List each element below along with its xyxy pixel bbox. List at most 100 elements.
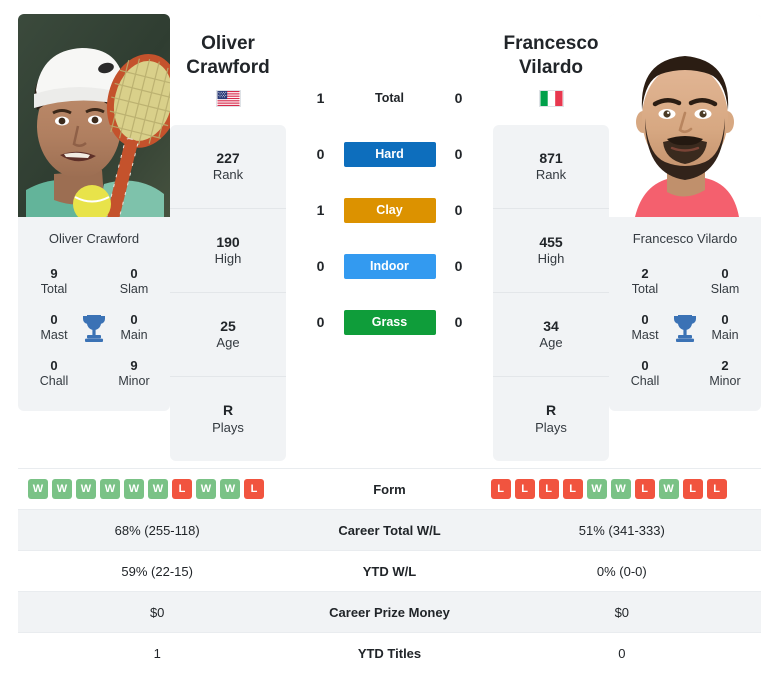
stat-rank-right: 871 Rank (493, 125, 609, 209)
h2h-label-total: Total (375, 91, 404, 105)
stat-box-right: 871 Rank 455 High 34 Age R Plays (493, 125, 609, 461)
titles-chall-right: 0 Chall (621, 358, 669, 390)
h2h-right-score-clay: 0 (454, 202, 463, 218)
form-cell-left: WWWWWWLWWL (18, 469, 296, 510)
titles-mast-value-right: 0 (641, 311, 649, 327)
titles-chall-label-right: Chall (630, 373, 660, 388)
head-to-head-column: 1 Total 0 0 Hard 0 1 Clay 0 0 Indoor 0 0 Grass 0 (286, 14, 493, 350)
titles-mast-value-left: 0 (50, 311, 58, 327)
stat-value-left-ytd_wl: 59% (22-15) (121, 563, 193, 579)
titles-total-left: 9 Total (30, 266, 78, 298)
form-badge-win[interactable]: W (76, 479, 96, 499)
titles-minor-label-left: Minor (118, 373, 150, 388)
stat-value-left-career_prize_money: $0 (18, 591, 297, 633)
form-badge-win[interactable]: W (196, 479, 216, 499)
h2h-left-score-grass: 0 (316, 314, 325, 330)
stat-plays-value-left: R (222, 402, 234, 419)
stat-high-right: 455 High (493, 209, 609, 293)
table-row: $0 Career Prize Money $0 (18, 591, 761, 633)
player-fullname-left: Oliver Crawford (48, 231, 140, 246)
titles-row-total-slam-right: 2 Total 0 Slam (615, 259, 755, 305)
form-badge-loss[interactable]: L (682, 479, 703, 499)
surface-button-indoor[interactable]: Indoor (343, 253, 436, 279)
h2h-left-score-indoor: 0 (316, 258, 325, 274)
player-panel-right: Francesco Vilardo 2 Total 0 Slam 0 Mast … (609, 14, 761, 411)
player-first-name-left: Oliver (201, 33, 255, 54)
form-badge-win[interactable]: W (52, 479, 72, 499)
h2h-row-clay: 1 Clay 0 (286, 182, 493, 238)
stat-plays-label-left: Plays (212, 419, 244, 435)
titles-slam-value-right: 0 (721, 265, 729, 281)
titles-minor-right: 2 Minor (701, 358, 749, 390)
player-first-name-right: Francesco (503, 33, 599, 54)
stat-rank-label-right: Rank (535, 167, 567, 183)
form-badge-loss[interactable]: L (538, 479, 559, 499)
stat-rank-value-right: 871 (539, 149, 563, 166)
form-badge-win[interactable]: W (28, 479, 48, 499)
stat-high-value-left: 190 (216, 233, 240, 250)
stat-value-right-ytd_wl: 0% (0-0) (596, 563, 647, 579)
stat-plays-label-right: Plays (535, 419, 567, 435)
titles-chall-left: 0 Chall (30, 358, 78, 390)
titles-chall-value-left: 0 (50, 357, 58, 373)
form-badge-win[interactable]: W (658, 479, 679, 499)
form-badge-loss[interactable]: L (562, 479, 583, 499)
stat-label-career_total_wl: Career Total W/L (296, 509, 483, 551)
table-row: 59% (22-15) YTD W/L 0% (0-0) (18, 550, 761, 592)
player-photo-left (18, 14, 170, 217)
titles-slam-label-left: Slam (119, 281, 149, 296)
stat-plays-right: R Plays (493, 377, 609, 461)
stat-high-left: 190 High (170, 209, 286, 293)
stat-rank-label-left: Rank (212, 167, 244, 183)
titles-minor-left: 9 Minor (110, 358, 158, 390)
titles-slam-value-left: 0 (130, 265, 138, 281)
player-last-name-left: Crawford (186, 57, 270, 79)
form-badge-loss[interactable]: L (244, 479, 264, 499)
stat-age-right: 34 Age (493, 293, 609, 377)
trophy-icon (670, 311, 700, 345)
titles-main-value-right: 0 (721, 311, 729, 327)
titles-row-total-slam-left: 9 Total 0 Slam (24, 259, 164, 305)
titles-main-label-right: Main (711, 327, 739, 342)
stat-column-right: Francesco Vilardo 871 Rank 455 High 34 A… (493, 14, 609, 461)
titles-slam-right: 0 Slam (701, 266, 749, 298)
stat-plays-left: R Plays (170, 377, 286, 461)
stat-age-value-left: 25 (220, 317, 236, 334)
titles-row-mast-main-left: 0 Mast 0 Main (24, 305, 164, 351)
titles-total-value-right: 2 (641, 265, 649, 281)
form-badge-loss[interactable]: L (514, 479, 535, 499)
stat-rank-left: 227 Rank (170, 125, 286, 209)
form-badge-win[interactable]: W (610, 479, 631, 499)
stat-value-right-career_prize_money: $0 (482, 591, 761, 633)
titles-slam-left: 0 Slam (110, 266, 158, 298)
h2h-row-hard: 0 Hard 0 (286, 126, 493, 182)
titles-mast-right: 0 Mast (621, 312, 669, 344)
form-badge-loss[interactable]: L (706, 479, 727, 499)
surface-button-hard[interactable]: Hard (343, 141, 436, 167)
form-badge-win[interactable]: W (100, 479, 120, 499)
surface-button-clay[interactable]: Clay (343, 197, 436, 223)
table-row: 68% (255-118) Career Total W/L 51% (341-33… (18, 509, 761, 551)
form-badge-win[interactable]: W (220, 479, 240, 499)
titles-row-chall-minor-right: 0 Chall 2 Minor (615, 351, 755, 397)
form-badge-loss[interactable]: L (490, 479, 511, 499)
form-badge-win[interactable]: W (586, 479, 607, 499)
form-badge-win[interactable]: W (124, 479, 144, 499)
form-badge-loss[interactable]: L (172, 479, 192, 499)
h2h-left-score-clay: 1 (316, 202, 325, 218)
titles-chall-label-left: Chall (39, 373, 69, 388)
stat-label-ytd_titles: YTD Titles (357, 645, 422, 661)
form-cell-right: LLLLWWLWLL (483, 469, 761, 510)
h2h-row-grass: 0 Grass 0 (286, 294, 493, 350)
comparison-stats-table: W W W W W W L W W L Form L L L L W W L W L L 68% (255-118) Car… (18, 468, 761, 674)
stat-high-label-left: High (214, 251, 242, 267)
titles-minor-value-left: 9 (130, 357, 138, 373)
form-badge-win[interactable]: W (148, 479, 168, 499)
stat-high-value-right: 455 (539, 233, 563, 250)
surface-button-grass[interactable]: Grass (343, 309, 436, 335)
h2h-left-score-hard: 0 (316, 146, 325, 162)
titles-total-label-right: Total (631, 281, 659, 296)
form-strip-left: WWWWWWLWWL (24, 479, 290, 499)
titles-main-label-left: Main (120, 327, 148, 342)
form-badge-loss[interactable]: L (634, 479, 655, 499)
